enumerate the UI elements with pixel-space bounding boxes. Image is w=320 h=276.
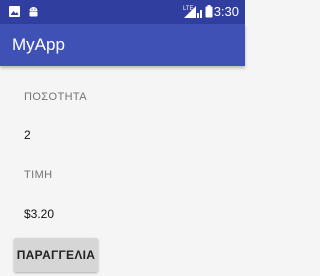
lte-icon: LTE bbox=[183, 4, 197, 18]
android-icon bbox=[27, 5, 40, 18]
signal-icon bbox=[197, 5, 204, 18]
quantity-value: 2 bbox=[24, 128, 31, 142]
status-bar: LTE 3:30 bbox=[0, 0, 245, 24]
price-value: $3.20 bbox=[24, 207, 55, 221]
main-content: ΠΟΣΟΤΗΤΑ 2 ΤΙΜΗ $3.20 ΠΑΡΑΓΓΕΛΙΑ bbox=[0, 66, 245, 276]
quantity-label: ΠΟΣΟΤΗΤΑ bbox=[24, 91, 87, 103]
order-button[interactable]: ΠΑΡΑΓΓΕΛΙΑ bbox=[14, 238, 98, 272]
app-toolbar: MyApp bbox=[0, 24, 245, 66]
image-icon bbox=[8, 5, 21, 18]
price-label: ΤΙΜΗ bbox=[24, 169, 53, 181]
app-title: MyApp bbox=[12, 35, 65, 54]
status-time: 3:30 bbox=[213, 4, 239, 19]
battery-icon bbox=[205, 5, 213, 18]
